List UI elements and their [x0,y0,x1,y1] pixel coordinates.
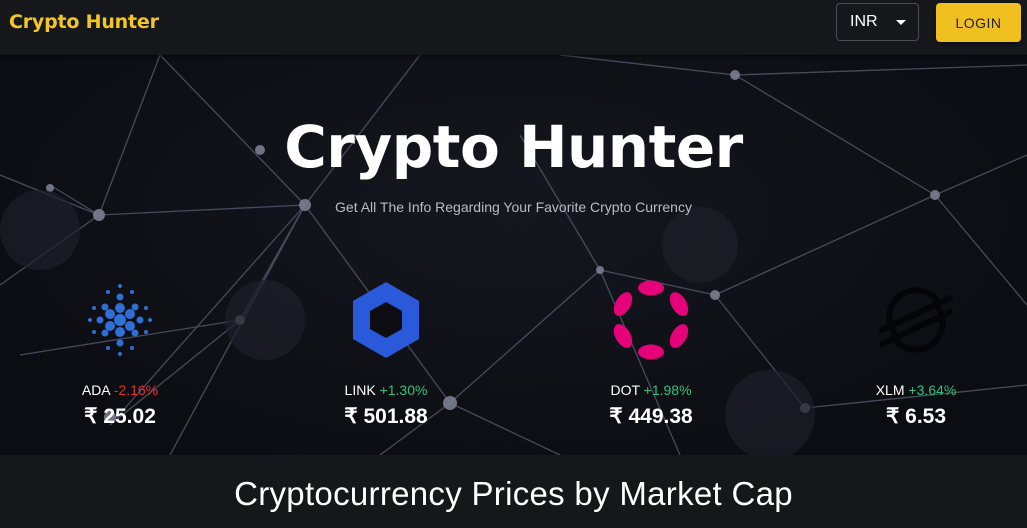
coin-price: ₹ 25.02 [84,405,156,428]
coin-symbol-line: XLM +3.64% [816,382,1016,398]
coin-price: ₹ 6.53 [885,405,947,428]
hero-subtitle: Get All The Info Regarding Your Favorite… [335,199,692,215]
carousel-item-xlm[interactable]: XLM +3.64% ₹ 6.53 [816,280,1016,429]
stellar-icon [879,287,953,353]
polkadot-icon [613,280,689,360]
market-cap-section: Cryptocurrency Prices by Market Cap [0,455,1027,528]
chainlink-icon [353,282,419,358]
carousel-item-ada[interactable]: ADA -2.16% ₹ 25.02 [20,280,220,429]
carousel-item-dot[interactable]: DOT +1.98% ₹ 449.38 [551,280,751,429]
currency-select[interactable]: INR [836,3,919,41]
coin-symbol: XLM [875,382,905,398]
coin-price: ₹ 501.88 [344,405,428,428]
coin-change: +1.98% [643,382,692,398]
currency-select-value: INR [850,13,878,30]
brand-logo[interactable]: Crypto Hunter [9,11,159,33]
coin-symbol-line: ADA -2.16% [20,382,220,398]
hero-banner: Crypto Hunter Get All The Info Regarding… [0,55,1027,455]
section-title: Cryptocurrency Prices by Market Cap [234,475,793,512]
chevron-down-icon [896,20,906,25]
carousel-item-link[interactable]: LINK +1.30% ₹ 501.88 [286,280,486,429]
coin-symbol: DOT [610,382,640,398]
coin-symbol: LINK [344,382,376,398]
coin-price: ₹ 449.38 [609,405,693,428]
navbar: Crypto Hunter INR LOGIN [0,0,1027,55]
coin-symbol-line: LINK +1.30% [286,382,486,398]
coin-symbol: ADA [81,382,110,398]
coin-change: -2.16% [113,382,159,398]
coin-change: +3.64% [908,382,957,398]
login-button[interactable]: LOGIN [936,3,1021,42]
hero-title: Crypto Hunter [284,113,743,181]
coin-symbol-line: DOT +1.98% [551,382,751,398]
coin-change: +1.30% [379,382,428,398]
cardano-icon [88,284,152,356]
